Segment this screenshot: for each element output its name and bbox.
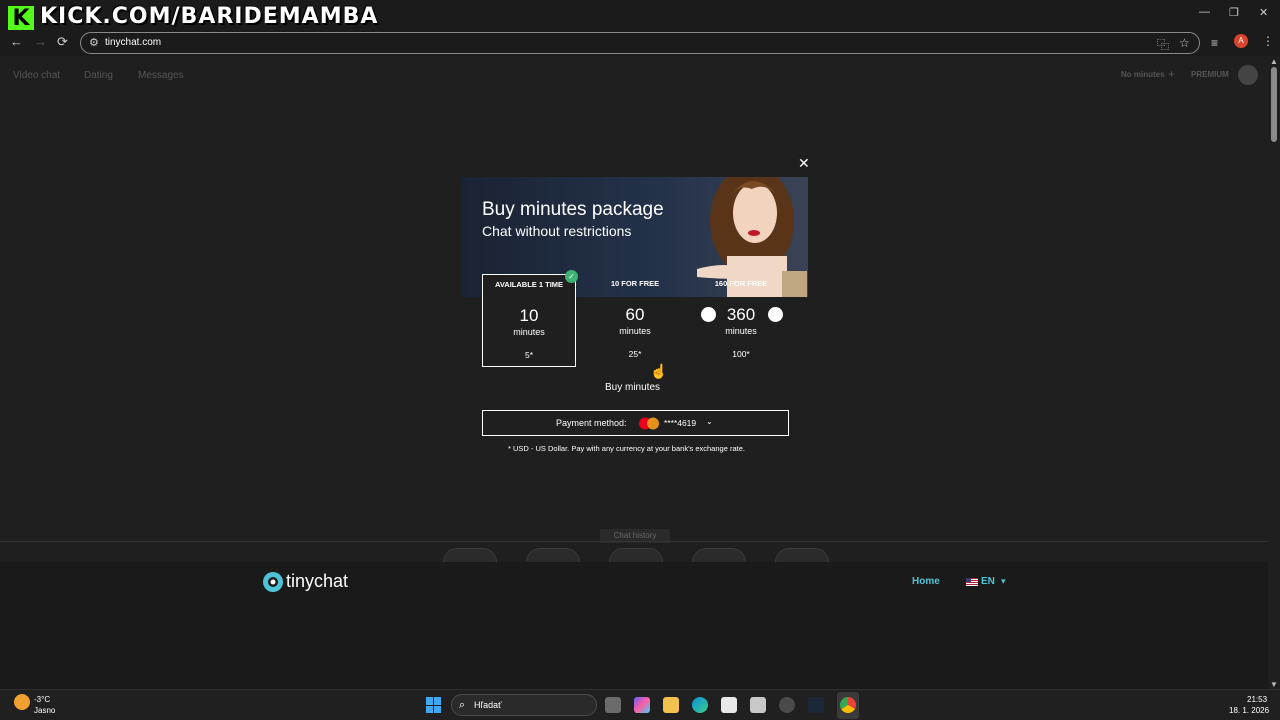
start-button[interactable] <box>426 697 442 713</box>
recent-chat-avatar[interactable] <box>692 548 746 562</box>
close-window-button[interactable]: ✕ <box>1259 6 1268 19</box>
taskbar-search[interactable]: ⌕ Hľadať <box>451 694 597 716</box>
nav-dating[interactable]: Dating <box>84 70 113 81</box>
add-minutes-icon[interactable]: + <box>1168 67 1175 81</box>
url-text[interactable]: tinychat.com <box>105 37 161 48</box>
media-controls-icon[interactable]: ≡ <box>1211 36 1218 50</box>
address-bar[interactable]: ⚙ tinychat.com ⿻ ☆ <box>80 32 1200 54</box>
modal-title: Buy minutes package <box>482 199 664 220</box>
mastercard-icon <box>639 417 659 430</box>
browser-toolbar: ← → ⟳ ⚙ tinychat.com ⿻ ☆ ≡ <box>0 30 1280 56</box>
scroll-down-icon[interactable]: ▼ <box>1270 680 1278 689</box>
package-tag: AVAILABLE 1 TIME <box>494 280 564 289</box>
steam-icon[interactable] <box>808 697 824 713</box>
package-unit: minutes <box>725 326 757 336</box>
selected-check-icon: ✓ <box>565 270 578 283</box>
recent-chat-avatar[interactable] <box>775 548 829 562</box>
package-tag: 10 FOR FREE <box>610 279 660 288</box>
translate-icon[interactable]: ⿻ <box>1157 36 1169 53</box>
restore-button[interactable]: ❐ <box>1229 6 1239 19</box>
stream-overlay-banner: KICK.COM/BARIDEMAMBA <box>40 4 379 29</box>
browser-menu-icon[interactable]: ⋮ <box>1262 34 1274 48</box>
card-number: ****4619 <box>664 418 697 428</box>
package-unit: minutes <box>513 327 545 337</box>
modal-subtitle: Chat without restrictions <box>482 223 632 239</box>
overlay-dot-left <box>701 307 716 322</box>
recent-chat-avatar[interactable] <box>443 548 497 562</box>
payment-method-selector[interactable]: Payment method: ****4619 ⌄ <box>482 410 789 436</box>
clock-time[interactable]: 21:53 <box>1247 695 1267 704</box>
weather-temperature[interactable]: -3°C <box>34 695 50 704</box>
buy-minutes-button[interactable]: Buy minutes <box>605 382 660 393</box>
back-button[interactable]: ← <box>10 34 23 49</box>
user-avatar[interactable] <box>1238 65 1258 85</box>
recent-chat-avatar[interactable] <box>526 548 580 562</box>
package-unit: minutes <box>619 326 651 336</box>
payment-label: Payment method: <box>556 418 627 428</box>
scroll-thumb[interactable] <box>1271 67 1277 142</box>
site-info-icon[interactable]: ⚙ <box>89 36 99 49</box>
us-flag-icon <box>966 578 978 586</box>
minutes-status: No minutes <box>1121 70 1165 79</box>
package-amount: 10 <box>519 306 539 325</box>
divider <box>0 541 1268 542</box>
site-footer <box>0 562 1268 689</box>
app-icon[interactable] <box>779 697 795 713</box>
package-amount: 60 <box>625 305 645 324</box>
reload-button[interactable]: ⟳ <box>57 34 68 50</box>
bookmark-star-icon[interactable]: ☆ <box>1179 36 1190 50</box>
hand-cursor-icon: ☝ <box>650 363 668 379</box>
task-view-icon[interactable] <box>605 697 621 713</box>
chrome-icon[interactable] <box>840 697 856 713</box>
package-10-minutes[interactable]: AVAILABLE 1 TIME 10 minutes 5* <box>482 274 576 367</box>
copilot-icon[interactable] <box>634 697 650 713</box>
profile-avatar[interactable]: A <box>1234 34 1248 48</box>
store-icon[interactable] <box>721 697 737 713</box>
forward-button[interactable]: → <box>34 34 47 49</box>
home-link[interactable]: Home <box>912 576 940 587</box>
page-scrollbar[interactable]: ▲ ▼ <box>1268 57 1280 689</box>
overlay-dot-right <box>768 307 783 322</box>
kick-logo: K <box>8 6 34 32</box>
nav-video-chat[interactable]: Video chat <box>13 70 60 81</box>
windows-taskbar: -3°C Jasno ⌕ Hľadať 21:53 18. 1. 2026 <box>0 689 1280 720</box>
close-modal-button[interactable]: ✕ <box>798 155 810 172</box>
package-tag: 160 FOR FREE <box>714 279 768 288</box>
chevron-down-icon: ⌄ <box>706 417 713 426</box>
currency-note: * USD - US Dollar. Pay with any currency… <box>508 444 745 453</box>
package-price: 25* <box>628 349 642 359</box>
search-icon: ⌕ <box>459 699 466 711</box>
chevron-down-icon[interactable]: ▾ <box>1001 576 1006 587</box>
clock-date[interactable]: 18. 1. 2026 <box>1229 706 1269 715</box>
weather-icon[interactable] <box>14 694 30 710</box>
nav-messages[interactable]: Messages <box>138 70 184 81</box>
file-explorer-icon[interactable] <box>663 697 679 713</box>
title-bar: K KICK.COM/BARIDEMAMBA — ❐ ✕ <box>0 0 1280 32</box>
search-placeholder[interactable]: Hľadať <box>474 700 502 710</box>
premium-link[interactable]: PREMIUM <box>1191 70 1229 79</box>
package-price: 5* <box>524 350 534 360</box>
tinychat-logo-icon[interactable] <box>262 571 284 593</box>
weather-description[interactable]: Jasno <box>34 706 55 715</box>
edge-icon[interactable] <box>692 697 708 713</box>
language-selector[interactable]: EN <box>981 576 995 587</box>
outlook-icon[interactable] <box>750 697 766 713</box>
page-content: Video chat Dating Messages No minutes + … <box>0 57 1268 689</box>
recent-chat-avatar[interactable] <box>609 548 663 562</box>
minimize-button[interactable]: — <box>1199 6 1210 18</box>
package-60-minutes[interactable]: 10 FOR FREE 60 minutes 25* <box>588 274 682 367</box>
tinychat-brand[interactable]: tinychat <box>286 571 348 592</box>
package-price: 100* <box>732 349 750 359</box>
scroll-up-icon[interactable]: ▲ <box>1270 57 1278 66</box>
